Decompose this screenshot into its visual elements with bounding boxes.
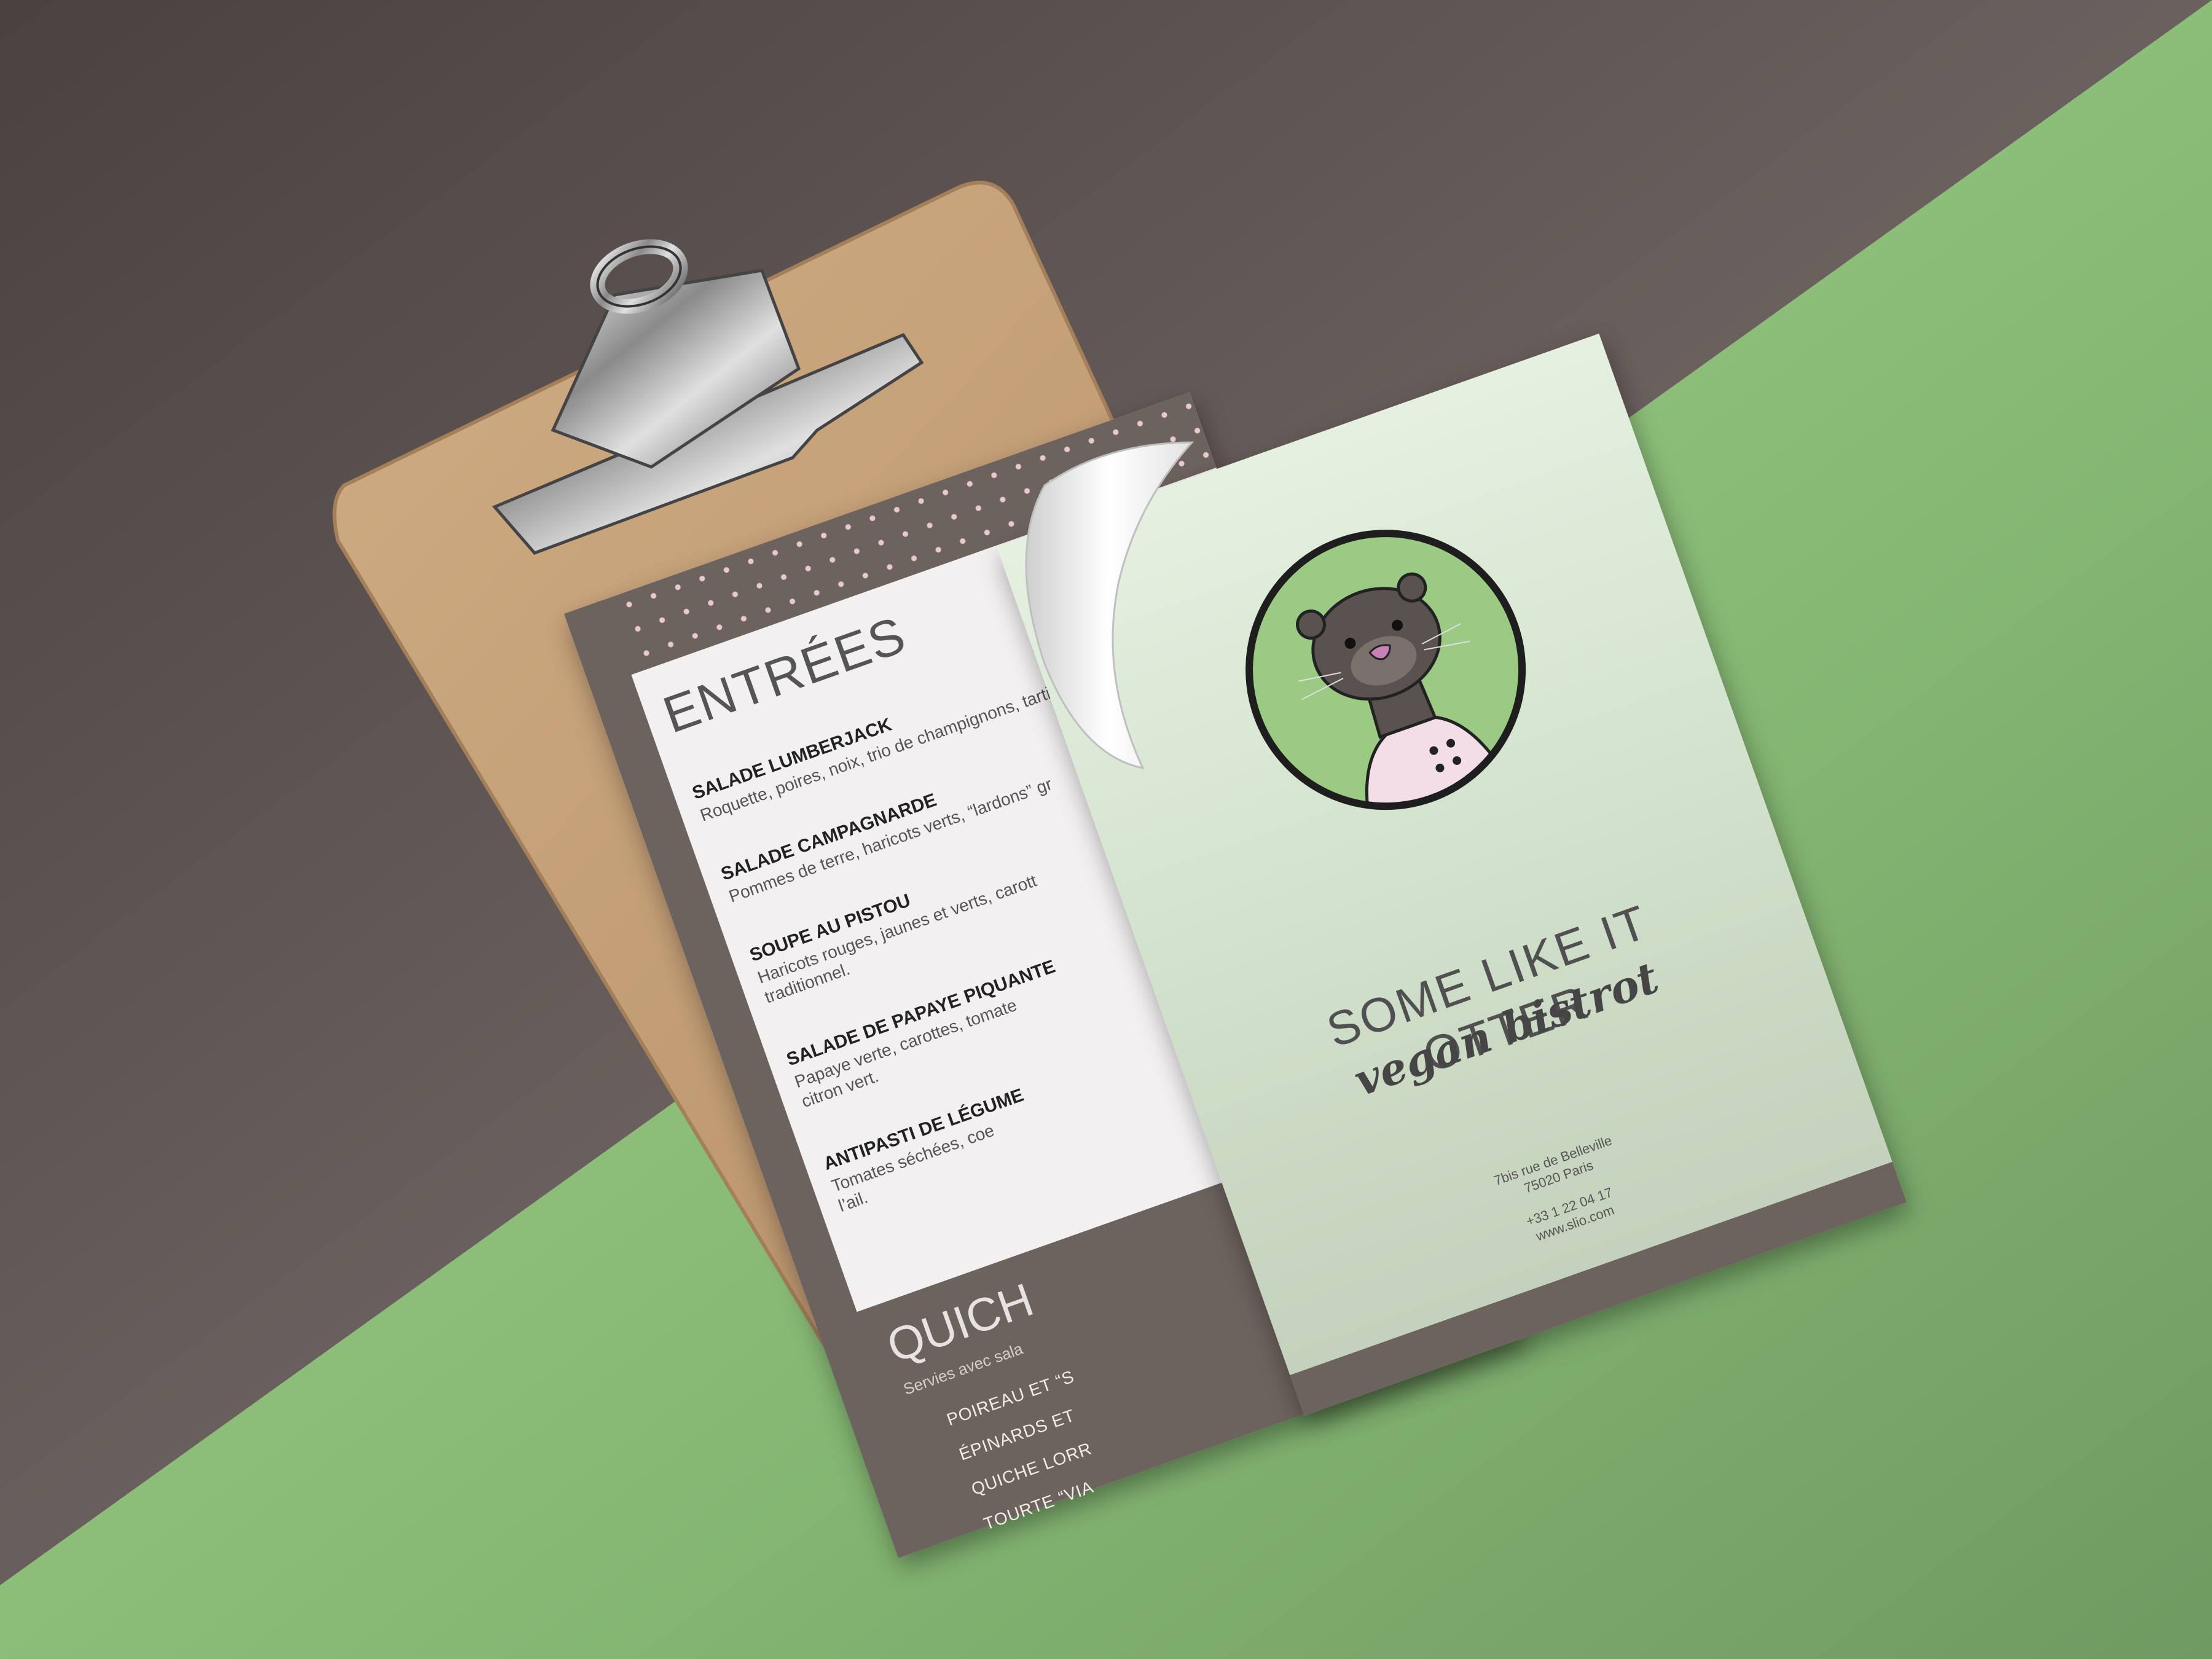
binder-clip-icon [492, 239, 924, 555]
photo-scene: ENTRÉES SALADE LUMBERJACK Roquette, poir… [0, 0, 2212, 1659]
